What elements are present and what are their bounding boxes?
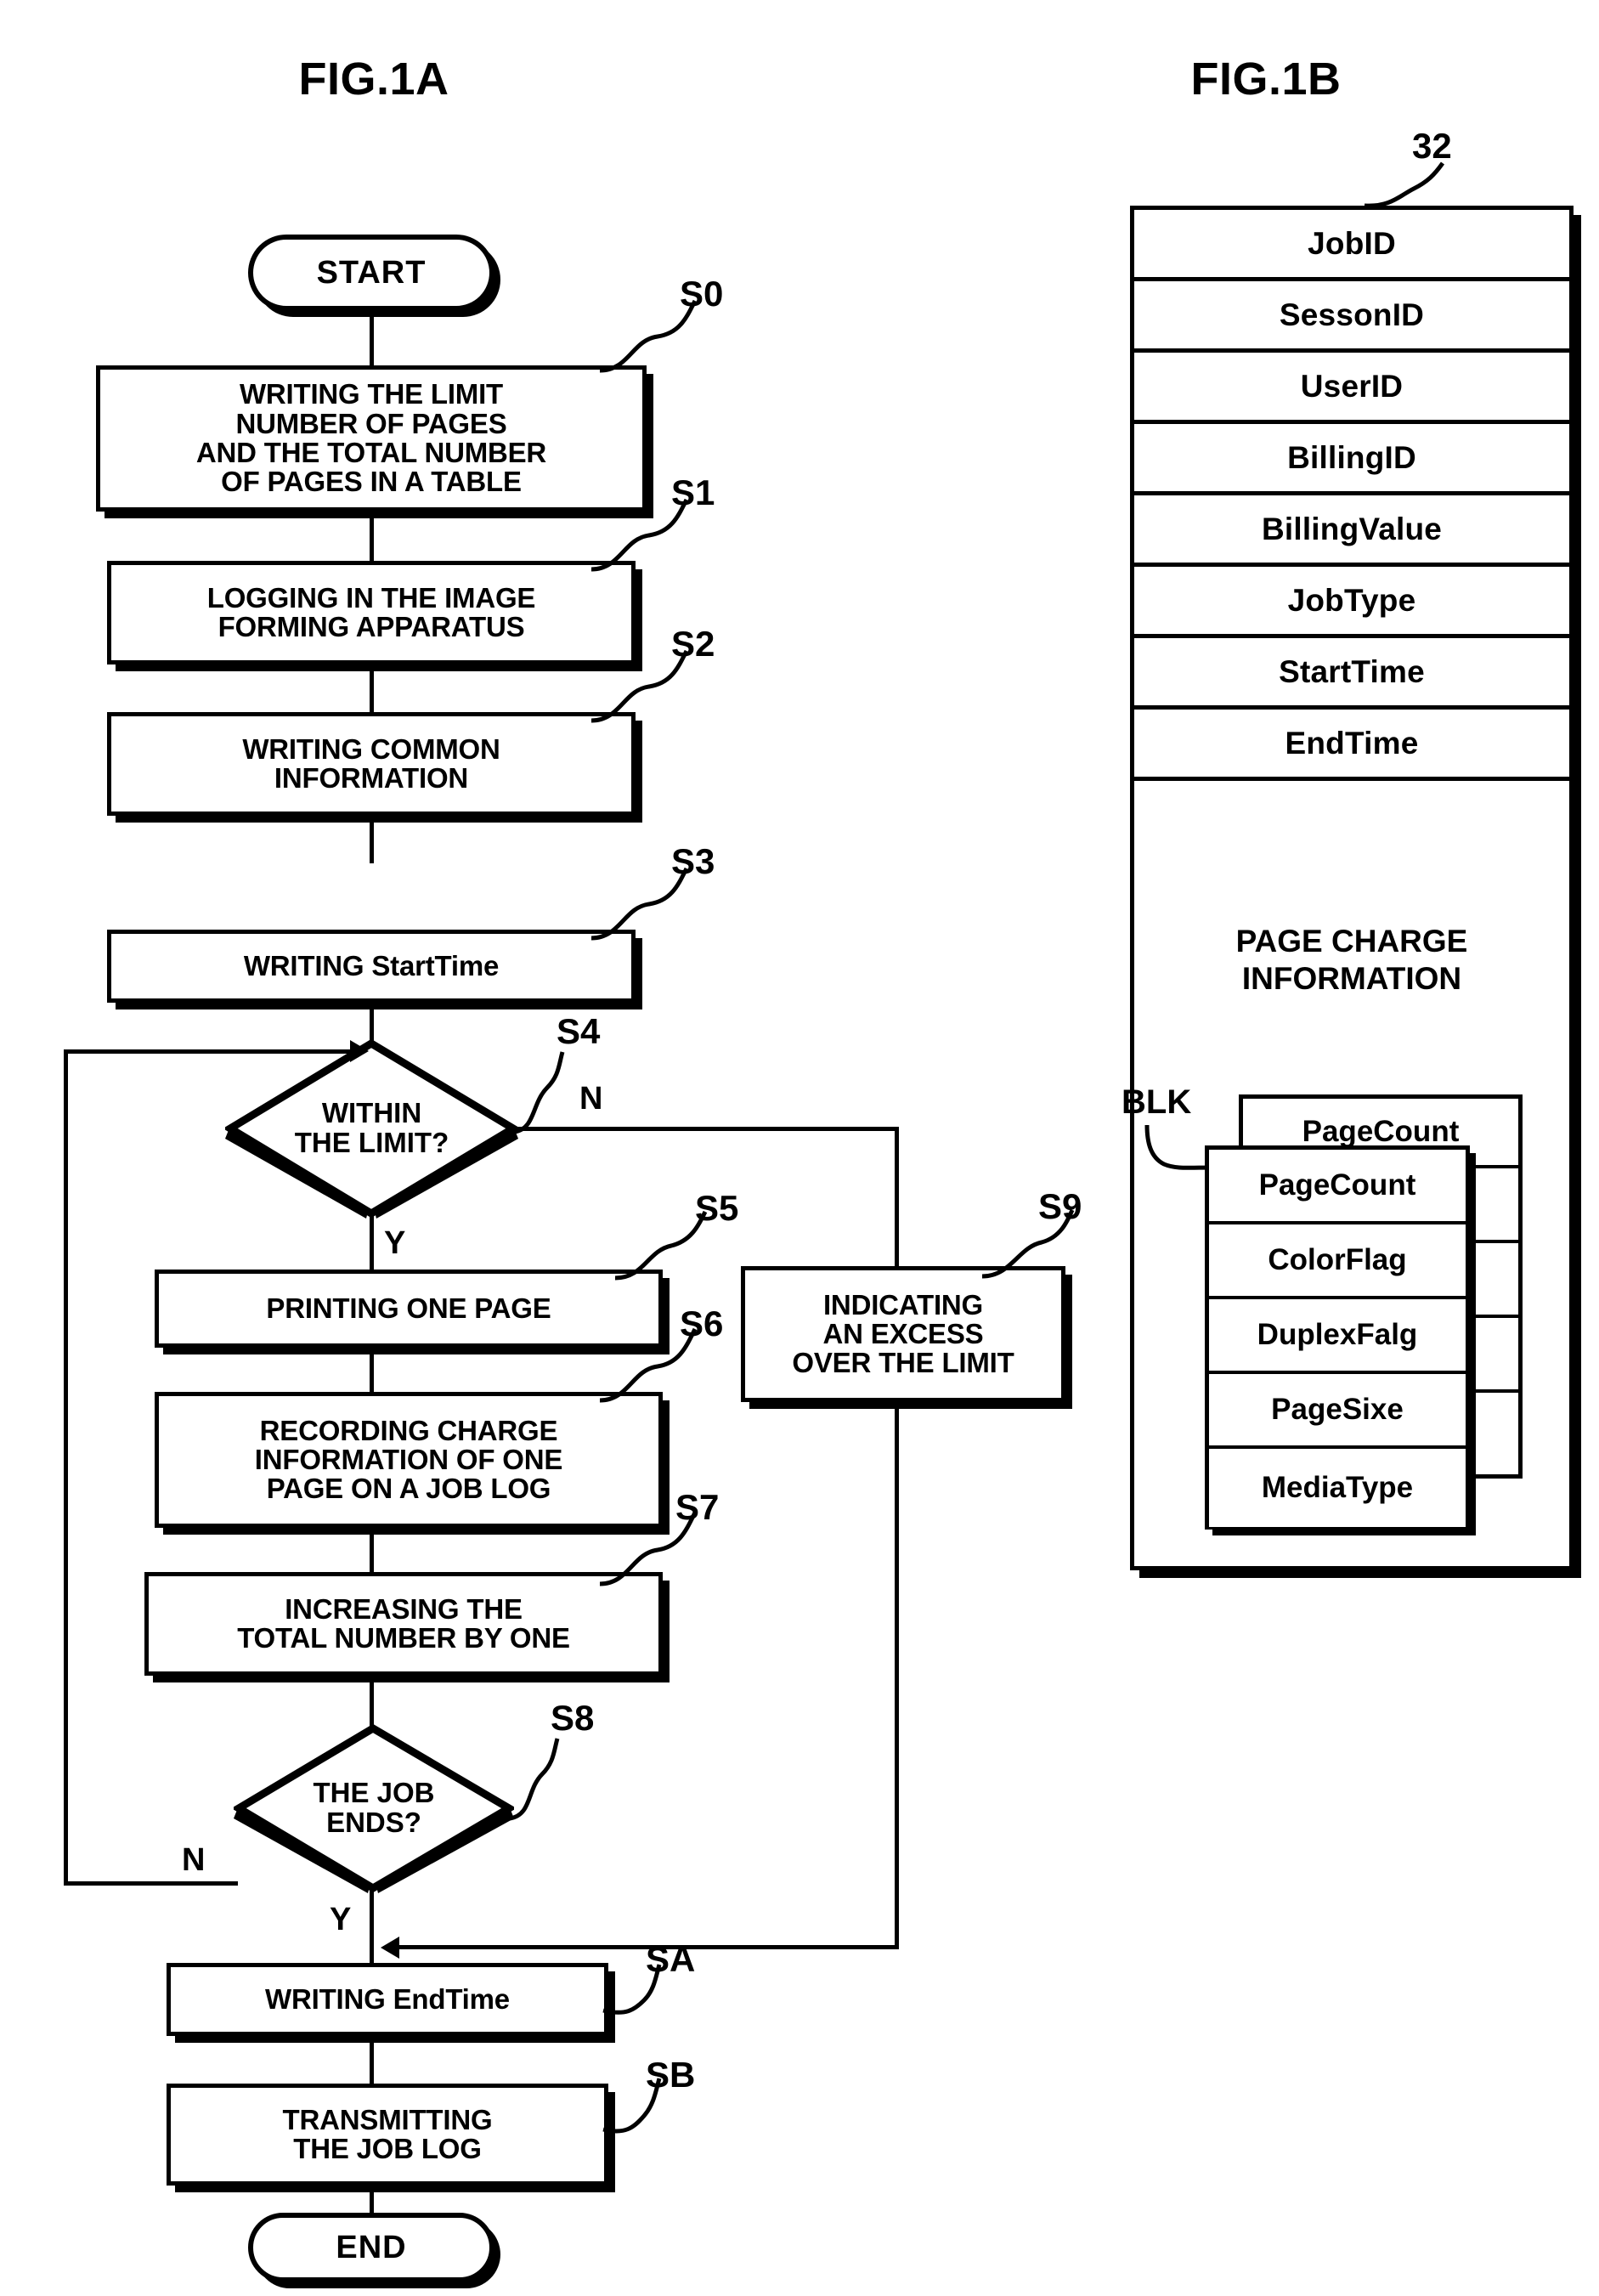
connector-start-s0 [370, 311, 374, 365]
page-charge-block-label: DuplexFalg [1257, 1318, 1418, 1351]
page-charge-block-label: PageCount [1258, 1168, 1416, 1202]
flow-node-s1: LOGGING IN THE IMAGE FORMING APPARATUS [107, 561, 636, 664]
s8-yes-label: Y [330, 1902, 352, 1937]
job-log-field-label: SessonID [1279, 297, 1425, 332]
step-tag-s0: S0 [680, 274, 724, 314]
flow-node-sb-text: TRANSMITTING THE JOB LOG [282, 2103, 493, 2164]
patent-figure-sheet: FIG.1A FIG.1B START WRITING THE LIMIT NU… [0, 0, 1599, 2296]
page-charge-block-label: ColorFlag [1268, 1243, 1407, 1276]
job-log-field-label: JobType [1287, 582, 1416, 618]
flow-node-sa: WRITING EndTime [167, 1963, 608, 2036]
step-tag-s6: S6 [680, 1304, 724, 1343]
step-tag-s8: S8 [551, 1698, 595, 1738]
flow-node-s3-text: WRITING StartTime [243, 949, 500, 981]
page-charge-block-row: DuplexFalg [1209, 1299, 1466, 1374]
step-tag-s3: S3 [671, 841, 715, 881]
flow-node-s8-text: THE JOB ENDS? [313, 1777, 435, 1838]
job-log-field-row: JobID [1134, 210, 1569, 281]
connector-s8-yes-down [370, 1888, 374, 1965]
page-charge-block-row: MediaType [1209, 1449, 1466, 1527]
blk-label: BLK [1122, 1083, 1192, 1121]
end-label: END [336, 2229, 407, 2265]
flow-node-s4: WITHIN THE LIMIT? [225, 1038, 518, 1219]
connector-s5-s6 [370, 1348, 374, 1392]
flow-node-sb: TRANSMITTING THE JOB LOG [167, 2084, 608, 2186]
step-tag-sb: SB [646, 2055, 696, 2095]
connector-s0-s1 [370, 512, 374, 561]
connector-s4-no-down [895, 1127, 899, 1947]
start-label: START [316, 254, 427, 291]
flow-node-s9-text: INDICATING AN EXCESS OVER THE LIMIT [792, 1288, 1014, 1379]
page-charge-block-row: PageCount [1209, 1150, 1466, 1224]
s8-no-label: N [182, 1842, 206, 1878]
job-log-field-row: JobType [1134, 567, 1569, 638]
page-charge-block-row: PageSixe [1209, 1374, 1466, 1449]
figure-1b-title: FIG.1B [1190, 54, 1342, 105]
page-charge-block-row: ColorFlag [1209, 1224, 1466, 1299]
connector-loop-up [64, 1049, 68, 1886]
job-log-field-label: StartTime [1279, 653, 1425, 689]
arrowhead-into-s4 [350, 1040, 369, 1062]
step-tag-s7: S7 [675, 1487, 720, 1527]
s4-yes-label: Y [384, 1225, 406, 1261]
connector-sa-sb [370, 2036, 374, 2084]
step-tag-sa: SA [646, 1939, 696, 1979]
flow-node-s6-text: RECORDING CHARGE INFORMATION OF ONE PAGE… [254, 1414, 563, 1505]
flow-node-s5-text: PRINTING ONE PAGE [266, 1292, 551, 1324]
flow-node-s7-text: INCREASING THE TOTAL NUMBER BY ONE [237, 1592, 570, 1654]
page-charge-block-label: PageSixe [1271, 1393, 1404, 1426]
connector-s8-no-left [64, 1881, 238, 1886]
connector-s4-s5 [370, 1213, 374, 1273]
page-charge-block-label: MediaType [1261, 1471, 1414, 1504]
connector-s4-no-right [517, 1127, 899, 1131]
flow-node-s3: WRITING StartTime [107, 930, 636, 1003]
page-charge-block-front: PageCount ColorFlag DuplexFalg PageSixe … [1205, 1145, 1470, 1530]
flow-node-s8: THE JOB ENDS? [234, 1723, 514, 1893]
job-log-field-row: BillingID [1134, 424, 1569, 495]
step-tag-s4: S4 [557, 1011, 601, 1051]
leader-s8 [509, 1738, 560, 1821]
flow-node-sa-text: WRITING EndTime [265, 1982, 510, 2015]
page-charge-block-back-label: PageCount [1302, 1115, 1460, 1148]
connector-s1-s2 [370, 664, 374, 712]
job-log-field-row: SessonID [1134, 281, 1569, 353]
job-log-field-row: UserID [1134, 353, 1569, 424]
flow-node-s0-text: WRITING THE LIMIT NUMBER OF PAGES AND TH… [195, 378, 547, 498]
job-log-field-row: StartTime [1134, 638, 1569, 710]
page-charge-information-label: PAGE CHARGE INFORMATION [1235, 924, 1468, 996]
step-tag-s9: S9 [1038, 1186, 1082, 1226]
connector-s7-s8 [370, 1676, 374, 1728]
flow-node-s6: RECORDING CHARGE INFORMATION OF ONE PAGE… [155, 1392, 663, 1528]
job-log-field-label: BillingID [1287, 439, 1416, 475]
flow-node-end: END [248, 2213, 494, 2282]
job-log-field-label: UserID [1300, 368, 1404, 404]
connector-loop-into-s4 [64, 1049, 353, 1054]
figure-1a-title: FIG.1A [298, 54, 449, 105]
job-log-field-label: JobID [1308, 225, 1396, 261]
flow-node-s1-text: LOGGING IN THE IMAGE FORMING APPARATUS [206, 581, 536, 642]
flow-node-s0: WRITING THE LIMIT NUMBER OF PAGES AND TH… [96, 365, 647, 512]
flow-node-s7: INCREASING THE TOTAL NUMBER BY ONE [144, 1572, 663, 1676]
job-log-field-label: BillingValue [1261, 511, 1443, 546]
connector-s2-s3 [370, 816, 374, 863]
flow-node-s2: WRITING COMMON INFORMATION [107, 712, 636, 816]
flow-node-s9: INDICATING AN EXCESS OVER THE LIMIT [741, 1266, 1065, 1402]
flow-node-start: START [248, 235, 494, 311]
connector-s6-s7 [370, 1528, 374, 1572]
s4-no-label: N [579, 1081, 603, 1117]
step-tag-s1: S1 [671, 472, 715, 512]
job-log-field-row: EndTime [1134, 710, 1569, 781]
flow-node-s4-text: WITHIN THE LIMIT? [294, 1097, 449, 1158]
flow-node-s5: PRINTING ONE PAGE [155, 1270, 663, 1348]
step-tag-s2: S2 [671, 624, 715, 664]
job-log-field-row: BillingValue [1134, 495, 1569, 567]
step-tag-s5: S5 [695, 1188, 739, 1228]
arrowhead-into-sa [381, 1937, 399, 1959]
job-log-field-label: EndTime [1285, 725, 1419, 761]
page-charge-information-header: PAGE CHARGE INFORMATION [1134, 913, 1569, 1007]
flow-node-s2-text: WRITING COMMON INFORMATION [242, 732, 500, 794]
